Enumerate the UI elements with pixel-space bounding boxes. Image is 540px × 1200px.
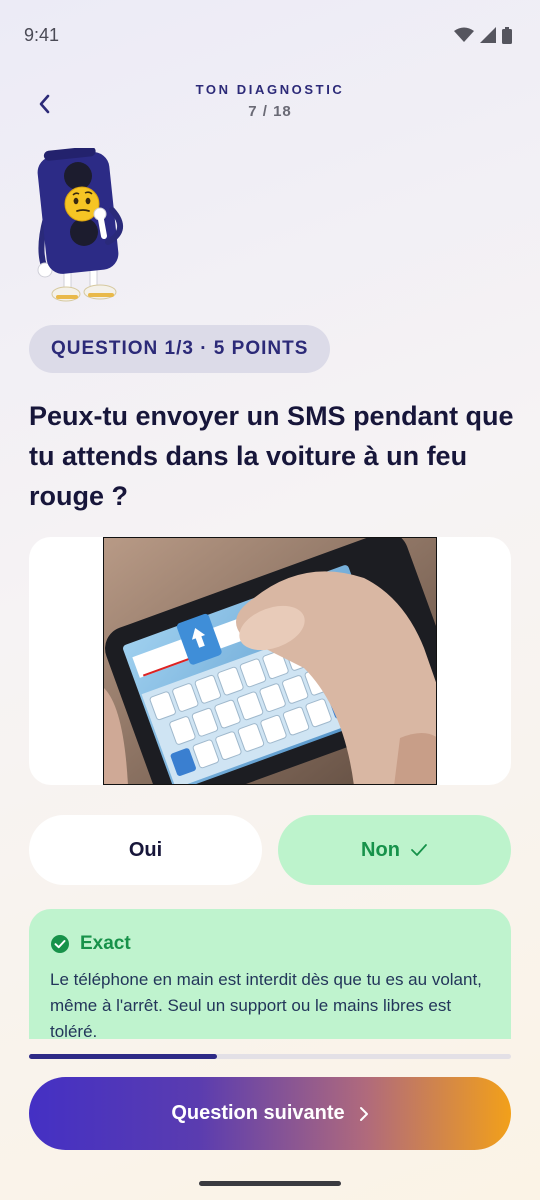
status-icons bbox=[454, 26, 512, 44]
status-time: 9:41 bbox=[24, 24, 60, 45]
wifi-icon bbox=[454, 27, 474, 42]
header: TON DIAGNOSTIC 7 / 18 bbox=[0, 76, 540, 136]
feedback-text: Le téléphone en main est interdit dès qu… bbox=[50, 970, 482, 1039]
chevron-right-icon bbox=[359, 1106, 368, 1121]
check-circle-icon bbox=[51, 935, 69, 953]
header-center: TON DIAGNOSTIC 7 / 18 bbox=[0, 82, 540, 120]
answer-non-button[interactable]: Non bbox=[278, 815, 511, 885]
status-bar: 9:41 bbox=[0, 0, 540, 70]
header-title: TON DIAGNOSTIC bbox=[195, 82, 345, 97]
question-text: Peux-tu envoyer un SMS pendant que tu at… bbox=[29, 401, 514, 511]
next-question-label: Question suivante bbox=[171, 1102, 345, 1124]
signal-icon bbox=[480, 27, 496, 43]
answer-oui-button[interactable]: Oui bbox=[29, 815, 262, 885]
home-indicator[interactable] bbox=[199, 1181, 341, 1186]
answer-oui-label: Oui bbox=[128, 838, 163, 861]
question-badge: QUESTION 1/3 · 5 POINTS bbox=[29, 325, 331, 373]
check-icon bbox=[411, 844, 427, 856]
feedback-title: Exact bbox=[80, 933, 131, 954]
traffic-light-mascot bbox=[34, 146, 134, 308]
next-question-button[interactable]: Question suivante bbox=[29, 1077, 511, 1150]
feedback-card: Exact Le téléphone en main est interdit … bbox=[29, 909, 511, 1039]
progress-fill bbox=[29, 1054, 217, 1059]
battery-icon bbox=[502, 26, 512, 44]
question-image-card bbox=[29, 537, 511, 785]
feedback-header: Exact bbox=[50, 933, 491, 955]
answer-non-label: Non bbox=[361, 838, 400, 861]
question-counter: 7 / 18 bbox=[248, 103, 292, 120]
progress-bar bbox=[29, 1054, 511, 1059]
texting-phone-photo bbox=[103, 537, 437, 785]
